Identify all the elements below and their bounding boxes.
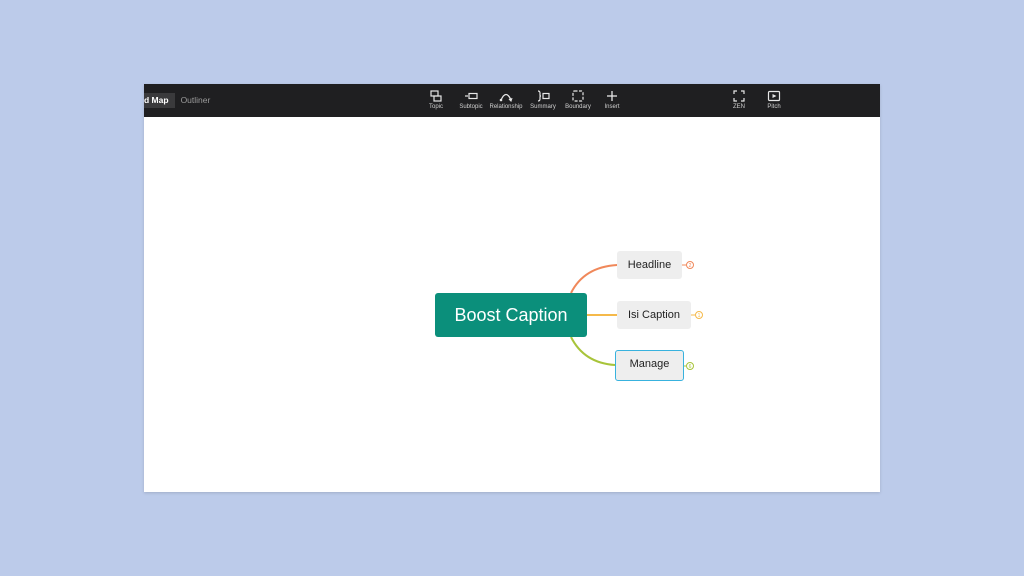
- zen-label: ZEN: [733, 104, 745, 110]
- collapse-badge-headline[interactable]: 2: [686, 261, 694, 269]
- toolbar: d Map Outliner Topic Subtopic Relationsh: [144, 84, 880, 117]
- topic-icon: [430, 90, 442, 102]
- topic-label: Topic: [428, 104, 443, 110]
- subtopic-label: Subtopic: [459, 104, 483, 110]
- mind-map-canvas[interactable]: Boost Caption Headline 2 Isi Caption 1 M…: [144, 117, 880, 492]
- play-icon: [767, 90, 781, 102]
- pitch-label: Pitch: [767, 104, 781, 110]
- connector-headline: [570, 264, 618, 294]
- connector-manage: [570, 336, 616, 366]
- summary-label: Summary: [530, 104, 556, 110]
- summary-icon: [537, 90, 550, 102]
- pitch-button[interactable]: Pitch: [754, 88, 794, 114]
- topic-isi-caption[interactable]: Isi Caption: [617, 301, 691, 329]
- tab-outliner[interactable]: Outliner: [175, 93, 217, 108]
- insert-label: Insert: [604, 104, 620, 110]
- view-tabs: d Map Outliner: [144, 93, 216, 108]
- collapse-badge-isi-caption[interactable]: 1: [695, 311, 703, 319]
- relationship-button[interactable]: Relationship: [486, 88, 526, 114]
- insert-button[interactable]: Insert: [592, 88, 632, 114]
- collapse-badge-manage[interactable]: 6: [686, 362, 694, 370]
- topic-button[interactable]: Topic: [416, 88, 456, 114]
- topic-headline[interactable]: Headline: [617, 251, 682, 279]
- zen-button[interactable]: ZEN: [719, 88, 759, 114]
- fullscreen-icon: [733, 90, 745, 102]
- topic-manage[interactable]: Manage: [615, 350, 684, 381]
- plus-icon: [607, 91, 617, 101]
- relationship-icon: [499, 93, 513, 103]
- relationship-label: Relationship: [489, 104, 523, 110]
- central-topic[interactable]: Boost Caption: [435, 293, 587, 337]
- subtopic-button[interactable]: Subtopic: [451, 88, 491, 114]
- tab-mind-map[interactable]: d Map: [144, 93, 175, 108]
- boundary-icon: [572, 90, 584, 102]
- summary-button[interactable]: Summary: [523, 88, 563, 114]
- subtopic-icon: [465, 92, 478, 100]
- app-window: d Map Outliner Topic Subtopic Relationsh: [144, 84, 880, 492]
